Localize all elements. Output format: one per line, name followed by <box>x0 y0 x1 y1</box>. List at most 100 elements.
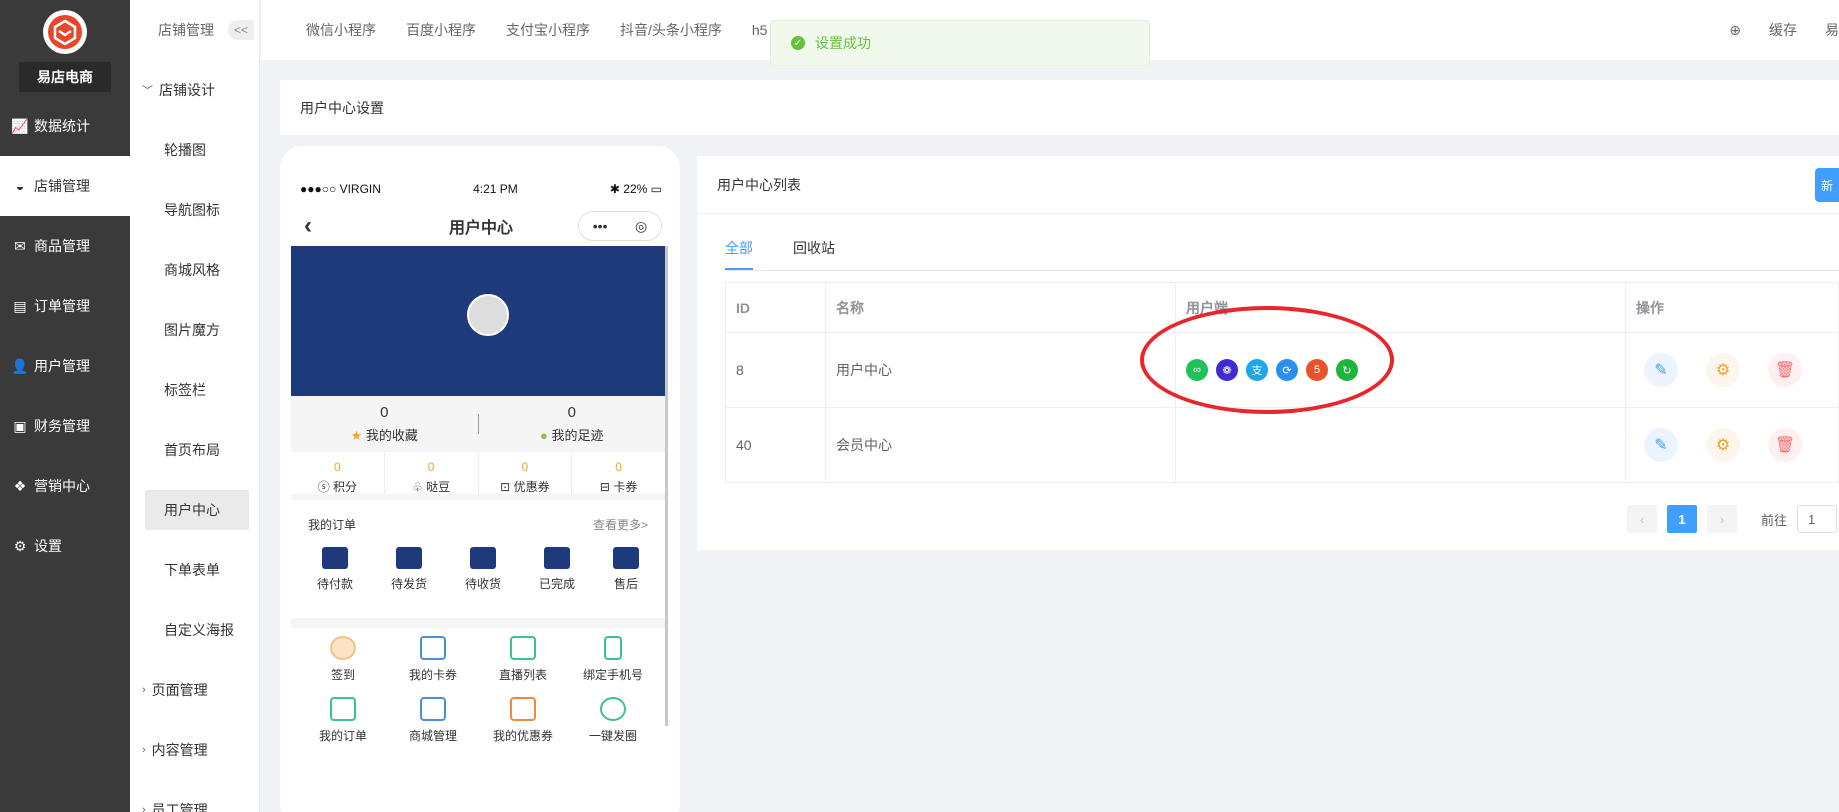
subnav-group-staff[interactable]: › 员工管理 <box>130 780 259 812</box>
avatar <box>467 294 509 336</box>
points-row: 0 ⓢ 积分 0 ♧ 哒豆 0 ⊡ 优惠券 0 ⊟ 卡券 <box>291 452 665 500</box>
sidebar-item-orders[interactable]: ▤ 订单管理 <box>0 276 130 336</box>
tool-live-list[interactable]: 直播列表 <box>483 636 563 683</box>
sidebar-item-stats[interactable]: 📈 数据统计 <box>0 96 130 156</box>
goods-icon: ✉ <box>14 237 26 254</box>
subnav-item-poster[interactable]: 自定义海报 <box>130 600 259 660</box>
subnav-item-user-center[interactable]: 用户中心 <box>145 490 249 530</box>
close-target-icon: ◎ <box>635 217 648 234</box>
tab-all[interactable]: 全部 <box>725 238 753 270</box>
column-header-actions: 操作 <box>1625 282 1839 333</box>
order-status-aftersale[interactable]: 售后 <box>612 547 639 592</box>
trash-icon: 🗑 <box>1774 362 1796 379</box>
subnav-group-pages[interactable]: › 页面管理 <box>130 660 259 720</box>
subnav-group-store-design[interactable]: ﹀ 店铺设计 <box>130 60 259 120</box>
order-status-shipping[interactable]: 待收货 <box>465 547 501 592</box>
tool-my-coupons[interactable]: 我的优惠券 <box>483 697 563 744</box>
tools-grid: 签到 我的卡券 直播列表 绑定手机号 我的订单 商城管理 我的优惠券 一键发圈 <box>298 636 658 758</box>
link-icon: ⟳ <box>1276 359 1298 381</box>
tab-douyin[interactable]: 抖音/头条小程序 <box>605 20 737 40</box>
cache-link[interactable]: 缓存 <box>1769 20 1797 40</box>
tool-bind-phone[interactable]: 绑定手机号 <box>573 636 653 683</box>
subnav-item-nav-icons[interactable]: 导航图标 <box>130 180 259 240</box>
settings-button[interactable]: ⚙ <box>1706 428 1740 462</box>
marketing-icon: ❖ <box>13 477 27 494</box>
phone-icon <box>604 636 622 660</box>
alipay-icon: 支 <box>1246 359 1268 381</box>
table-row: 40 会员中心 ✎ ⚙ 🗑 <box>725 407 1839 483</box>
top-right-actions: ⊕ 缓存 易 <box>1701 20 1839 40</box>
order-icon: ▤ <box>13 297 27 314</box>
pencil-icon: ✎ <box>1654 437 1668 454</box>
subnav-item-home-layout[interactable]: 首页布局 <box>130 420 259 480</box>
collect-stats: 0 ★ 我的收藏 0 ● 我的足迹 <box>291 396 665 452</box>
list-tabs: 全部 回收站 <box>725 238 875 270</box>
user-menu[interactable]: 易 <box>1825 20 1839 40</box>
row-id: 8 <box>725 332 826 408</box>
orders-more-link[interactable]: 查看更多> <box>593 516 648 533</box>
sidebar-item-settings[interactable]: ⚙ 设置 <box>0 516 130 576</box>
subnav-item-image-cube[interactable]: 图片魔方 <box>130 300 259 360</box>
download-icon[interactable]: ⊕ <box>1729 22 1741 39</box>
points-item-beans[interactable]: 0 ♧ 哒豆 <box>385 452 479 494</box>
pencil-icon: ✎ <box>1654 362 1668 379</box>
order-status-done[interactable]: 已完成 <box>539 547 575 592</box>
collapse-button[interactable]: << <box>228 20 255 40</box>
baidu-icon: ❁ <box>1216 359 1238 381</box>
order-status-unpaid[interactable]: 待付款 <box>317 547 353 592</box>
tab-wechat[interactable]: 微信小程序 <box>291 20 391 40</box>
next-page-button[interactable]: › <box>1707 505 1737 533</box>
refresh-icon: ↻ <box>1336 359 1358 381</box>
user-banner <box>291 246 665 396</box>
brand-area: 易店电商 <box>0 0 130 96</box>
settings-button[interactable]: ⚙ <box>1706 353 1740 387</box>
trash-icon: 🗑 <box>1774 437 1796 454</box>
tab-baidu[interactable]: 百度小程序 <box>391 20 491 40</box>
row-clients: ∞ ❁ 支 ⟳ 5 ↻ <box>1175 332 1626 408</box>
edit-button[interactable]: ✎ <box>1644 428 1678 462</box>
tool-mall-manage[interactable]: 商城管理 <box>393 697 473 744</box>
table-row: 8 用户中心 ∞ ❁ 支 ⟳ 5 ↻ ✎ ⚙ � <box>725 332 1839 408</box>
tool-my-orders[interactable]: 我的订单 <box>303 697 383 744</box>
tool-share-moments[interactable]: 一键发圈 <box>573 697 653 744</box>
my-orders-card: 我的订单 查看更多> 待付款 待发货 待收货 已完成 售后 <box>298 506 658 614</box>
points-item-coupons[interactable]: 0 ⊡ 优惠券 <box>479 452 573 494</box>
sidebar-item-goods[interactable]: ✉ 商品管理 <box>0 216 130 276</box>
check-circle-icon: ✓ <box>791 36 805 50</box>
phone-scrollbar[interactable] <box>665 246 668 726</box>
table-header-row: ID 名称 用户端 操作 <box>725 282 1839 333</box>
footprint-stat[interactable]: 0 ● 我的足迹 <box>479 396 666 452</box>
tool-my-cards[interactable]: 我的卡券 <box>393 636 473 683</box>
sidebar-item-users[interactable]: 👤 用户管理 <box>0 336 130 396</box>
tab-recycle-bin[interactable]: 回收站 <box>793 238 835 270</box>
phone-preview: ●●●○○ VIRGIN 4:21 PM ✱ 22% ▭ ‹ 用户中心 ••• ◎… <box>280 146 680 812</box>
delete-button[interactable]: 🗑 <box>1768 353 1802 387</box>
add-button[interactable]: 新 <box>1815 168 1839 202</box>
subnav-item-tabbar[interactable]: 标签栏 <box>130 360 259 420</box>
goto-page-input[interactable]: 1 <box>1797 505 1838 533</box>
edit-button[interactable]: ✎ <box>1644 353 1678 387</box>
order-status-unshipped[interactable]: 待发货 <box>391 547 427 592</box>
mini-program-capsule[interactable]: ••• ◎ <box>578 211 662 241</box>
delete-button[interactable]: 🗑 <box>1768 428 1802 462</box>
phone-nav-bar: ‹ 用户中心 ••• ◎ <box>290 206 672 246</box>
tab-alipay[interactable]: 支付宝小程序 <box>491 20 605 40</box>
tool-sign-in[interactable]: 签到 <box>303 636 383 683</box>
gear-icon: ⚙ <box>1715 437 1731 454</box>
footprint-icon: ● <box>540 428 548 443</box>
current-page[interactable]: 1 <box>1667 505 1697 533</box>
sidebar-item-finance[interactable]: ▣ 财务管理 <box>0 396 130 456</box>
points-item-cards[interactable]: 0 ⊟ 卡券 <box>572 452 665 494</box>
sidebar-item-marketing[interactable]: ❖ 营销中心 <box>0 456 130 516</box>
subnav-item-carousel[interactable]: 轮播图 <box>130 120 259 180</box>
sidebar-item-store[interactable]: ◒ 店铺管理 <box>0 156 130 216</box>
user-center-list-panel: 用户中心列表 新 全部 回收站 ID 名称 用户端 操作 8 用户中心 ∞ ❁ <box>697 156 1839 550</box>
points-item-score[interactable]: 0 ⓢ 积分 <box>291 452 385 494</box>
subnav-group-content[interactable]: › 内容管理 <box>130 720 259 780</box>
file-icon <box>330 697 356 721</box>
carrier-label: ●●●○○ VIRGIN <box>300 182 381 196</box>
subnav-item-order-form[interactable]: 下单表单 <box>130 540 259 600</box>
subnav-item-mall-style[interactable]: 商城风格 <box>130 240 259 300</box>
favorites-stat[interactable]: 0 ★ 我的收藏 <box>291 396 478 452</box>
prev-page-button[interactable]: ‹ <box>1627 505 1657 533</box>
